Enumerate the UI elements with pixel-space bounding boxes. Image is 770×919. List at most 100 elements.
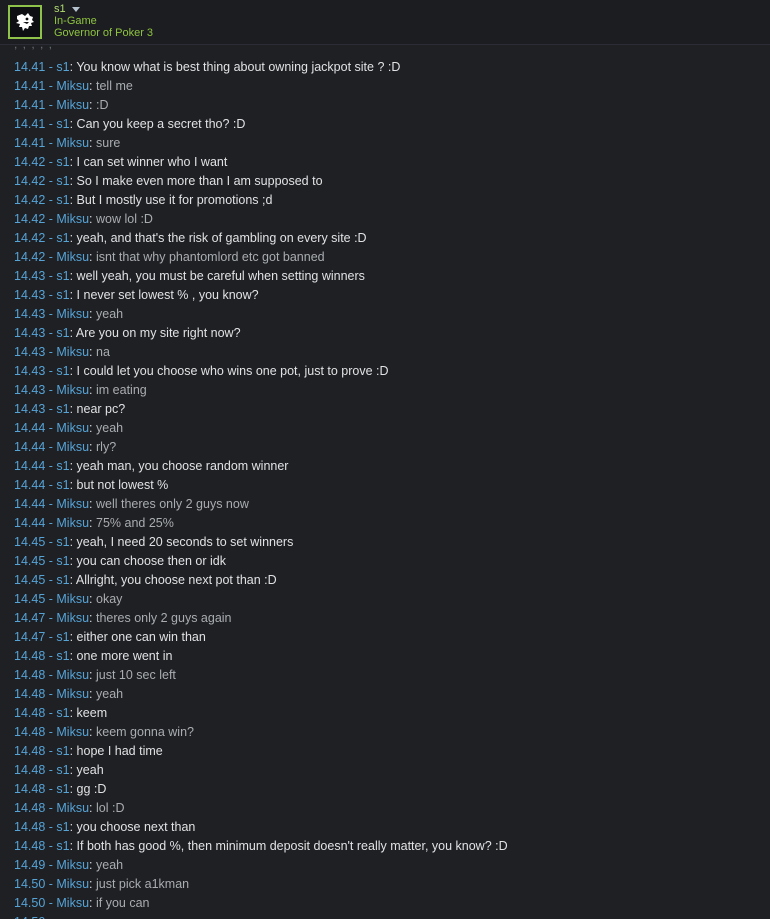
message-separator: - (45, 136, 57, 150)
message-sender[interactable]: s1 (56, 326, 69, 340)
message-text: yeah man, you choose random winner (76, 459, 289, 473)
message-time: 14.43 (14, 288, 46, 302)
message-colon: : (89, 497, 96, 511)
message-sender[interactable]: Miksu (56, 440, 89, 454)
message-sender[interactable]: s1 (56, 117, 69, 131)
message-text: keem gonna win? (96, 725, 194, 739)
message-colon: : (89, 611, 96, 625)
message-colon: : (69, 231, 77, 245)
message-sender[interactable]: s1 (56, 60, 69, 74)
message-sender[interactable]: Miksu (56, 725, 89, 739)
message-sender[interactable]: s1 (56, 535, 69, 549)
message-time: 14.44 (14, 497, 46, 511)
message-sender[interactable]: s1 (56, 288, 69, 302)
message-sender[interactable]: Miksu (56, 687, 89, 701)
message-text: tell me (96, 79, 133, 93)
message-sender[interactable]: Miksu (56, 858, 89, 872)
message-sender[interactable]: Miksu (56, 250, 89, 264)
message-time: 14.48 (14, 801, 46, 815)
message-sender[interactable]: Miksu (56, 801, 89, 815)
message-sender[interactable]: Miksu (56, 98, 89, 112)
message-sender[interactable]: Miksu (56, 345, 89, 359)
message-sender[interactable]: s1 (56, 763, 69, 777)
message-separator: - (45, 668, 57, 682)
chat-log[interactable]: 14.41 - s1: You know what is best thing … (0, 45, 770, 919)
message-separator: - (45, 801, 57, 815)
message-text: isnt that why phantomlord etc got banned (96, 250, 325, 264)
message-sender[interactable]: s1 (56, 820, 69, 834)
chat-message: 14.41 - Miksu: sure (14, 134, 508, 153)
message-sender[interactable]: Miksu (56, 79, 89, 93)
message-sender[interactable]: s1 (56, 744, 69, 758)
message-sender[interactable]: Miksu (56, 212, 89, 226)
message-sender[interactable]: s1 (56, 554, 69, 568)
message-time: 14.48 (14, 820, 46, 834)
message-sender[interactable]: s1 (56, 478, 69, 492)
message-text: just 10 sec left (96, 668, 176, 682)
message-separator: - (45, 554, 57, 568)
message-sender[interactable]: s1 (56, 573, 69, 587)
message-separator: - (45, 79, 57, 93)
avatar[interactable] (8, 5, 42, 39)
message-sender[interactable]: Miksu (56, 421, 89, 435)
message-sender[interactable]: s1 (56, 782, 69, 796)
message-sender[interactable]: Miksu (56, 516, 89, 530)
chat-message: 14.47 - s1: either one can win than (14, 628, 508, 647)
message-sender[interactable]: Miksu (56, 611, 89, 625)
message-text: If both has good %, then minimum deposit… (76, 839, 508, 853)
message-text: sure (96, 136, 121, 150)
message-text: gg :D (76, 782, 107, 796)
message-separator: - (45, 250, 57, 264)
message-sender[interactable]: Miksu (56, 877, 89, 891)
chat-message: 14.50 - : (14, 913, 508, 919)
message-text: na (96, 345, 110, 359)
message-sender[interactable]: s1 (56, 193, 69, 207)
message-separator: - (45, 421, 57, 435)
message-text: Are you on my site right now? (75, 326, 241, 340)
chat-message: 14.48 - s1: keem (14, 704, 508, 723)
message-sender[interactable]: s1 (56, 459, 69, 473)
message-separator: - (45, 459, 57, 473)
chat-message: 14.43 - s1: near pc? (14, 400, 508, 419)
message-sender[interactable]: s1 (56, 155, 69, 169)
message-sender[interactable]: s1 (56, 706, 69, 720)
message-sender[interactable]: Miksu (56, 307, 89, 321)
message-sender[interactable]: s1 (56, 649, 69, 663)
chat-message: 14.41 - s1: Can you keep a secret tho? :… (14, 115, 508, 134)
chat-message: 14.45 - Miksu: okay (14, 590, 508, 609)
chat-message: 14.48 - s1: one more went in (14, 647, 508, 666)
message-separator: - (45, 269, 57, 283)
message-sender[interactable]: s1 (56, 269, 69, 283)
message-colon: : (89, 250, 96, 264)
message-colon: : (69, 839, 77, 853)
message-sender[interactable]: Miksu (56, 668, 89, 682)
message-sender[interactable]: s1 (56, 174, 69, 188)
message-sender[interactable]: s1 (56, 402, 69, 416)
message-colon: : (89, 858, 96, 872)
message-text: yeah, and that's the risk of gambling on… (76, 231, 367, 245)
chevron-down-icon[interactable] (71, 7, 80, 12)
message-separator: - (45, 649, 57, 663)
message-colon: : (69, 174, 77, 188)
message-sender[interactable]: Miksu (56, 497, 89, 511)
message-sender[interactable]: Miksu (56, 592, 89, 606)
message-sender[interactable]: s1 (56, 364, 69, 378)
message-time: 14.45 (14, 554, 46, 568)
message-sender[interactable]: s1 (56, 630, 69, 644)
message-time: 14.43 (14, 326, 46, 340)
message-colon: : (89, 801, 96, 815)
message-sender[interactable]: Miksu (56, 383, 89, 397)
chat-message: 14.44 - Miksu: 75% and 25% (14, 514, 508, 533)
message-colon: : (89, 687, 96, 701)
message-sender[interactable]: s1 (56, 231, 69, 245)
message-sender[interactable]: s1 (56, 839, 69, 853)
message-colon: : (56, 915, 59, 919)
chat-message: 14.49 - Miksu: yeah (14, 856, 508, 875)
friend-name[interactable]: s1 (54, 3, 66, 15)
message-time: 14.41 (14, 60, 46, 74)
message-sender[interactable]: Miksu (56, 896, 89, 910)
chat-message: 14.42 - s1: So I make even more than I a… (14, 172, 508, 191)
chat-message: 14.43 - Miksu: yeah (14, 305, 508, 324)
message-sender[interactable]: Miksu (56, 136, 89, 150)
message-separator: - (45, 326, 57, 340)
